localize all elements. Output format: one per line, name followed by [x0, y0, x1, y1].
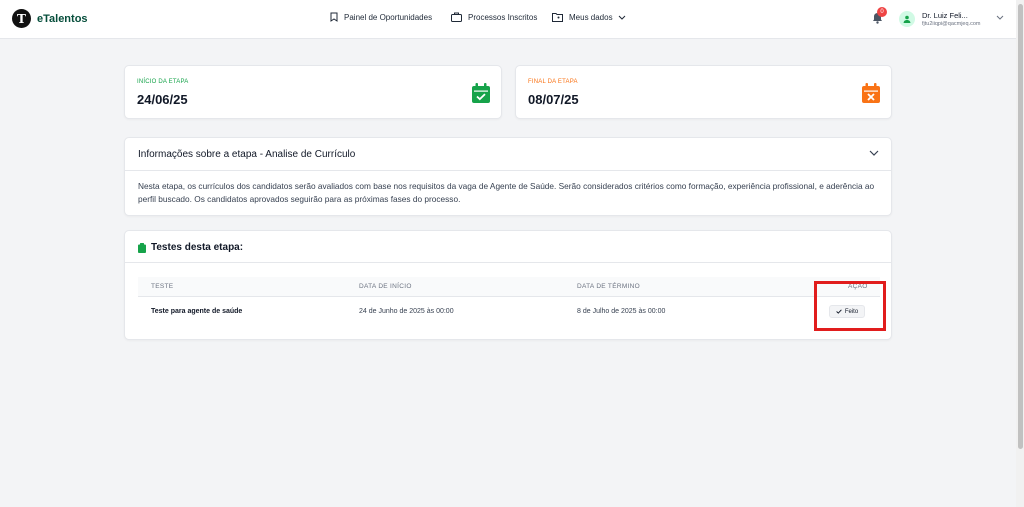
top-bar: T eTalentos Painel de Oportunidades Proc… [0, 0, 1016, 39]
column-header-test: TESTE [151, 283, 174, 290]
user-menu-chevron-icon[interactable] [996, 15, 1004, 20]
nav-opportunities-label: Painel de Oportunidades [344, 12, 433, 22]
nav-opportunities[interactable]: Painel de Oportunidades [330, 12, 432, 22]
folder-user-icon [552, 13, 563, 22]
bookmark-icon [330, 12, 338, 22]
stage-start-card: INÍCIO DA ETAPA 24/06/25 [124, 65, 502, 119]
tests-heading: Testes desta etapa: [138, 242, 243, 253]
chevron-down-icon[interactable] [869, 150, 879, 156]
notification-badge: 0 [877, 7, 887, 17]
stage-end-label: FINAL DA ETAPA [528, 79, 578, 85]
stage-info-card: Informações sobre a etapa - Analise de C… [124, 137, 892, 216]
scrollbar-thumb[interactable] [1018, 4, 1023, 449]
stage-start-date: 24/06/25 [137, 92, 188, 107]
stage-end-date: 08/07/25 [528, 92, 579, 107]
divider [125, 262, 891, 263]
app-name: eTalentos [37, 12, 88, 25]
stage-info-title[interactable]: Informações sobre a etapa - Analise de C… [138, 149, 355, 160]
tests-title: Testes desta etapa: [151, 242, 244, 253]
highlight-box [814, 281, 886, 331]
nav-processes-label: Processos Inscritos [468, 12, 538, 22]
test-start-date: 24 de Junho de 2025 às 00:00 [359, 308, 454, 315]
test-end-date: 8 de Julho de 2025 às 00:00 [577, 308, 666, 315]
stage-end-card: FINAL DA ETAPA 08/07/25 [515, 65, 892, 119]
user-icon [903, 15, 911, 23]
briefcase-icon [451, 12, 462, 22]
divider [125, 170, 891, 171]
app-logo[interactable]: T eTalentos [12, 9, 88, 28]
user-name[interactable]: Dr. Luiz Feli... [922, 11, 968, 20]
stage-start-label: INÍCIO DA ETAPA [137, 79, 189, 85]
avatar[interactable] [899, 11, 915, 27]
calendar-x-icon [862, 83, 880, 103]
column-header-start: DATA DE INÍCIO [359, 283, 412, 290]
tests-table-header: TESTE DATA DE INÍCIO DATA DE TÉRMINO AÇÃ… [138, 277, 880, 297]
stage-info-text: Nesta etapa, os currículos dos candidato… [138, 181, 875, 204]
chevron-down-icon [618, 15, 625, 20]
calendar-check-icon [472, 83, 490, 103]
logo-mark: T [12, 9, 31, 28]
user-email: fjtu2iiqpi@qacmjeq.com [922, 21, 981, 27]
nav-processes[interactable]: Processos Inscritos [451, 12, 537, 22]
stage-tests-card: Testes desta etapa: TESTE DATA DE INÍCIO… [124, 230, 892, 340]
column-header-end: DATA DE TÉRMINO [577, 283, 641, 290]
nav-my-data[interactable]: Meus dados [552, 12, 626, 22]
nav-my-data-label: Meus dados [569, 12, 613, 22]
test-name: Teste para agente de saúde [151, 308, 243, 315]
clipboard-icon [138, 242, 146, 253]
